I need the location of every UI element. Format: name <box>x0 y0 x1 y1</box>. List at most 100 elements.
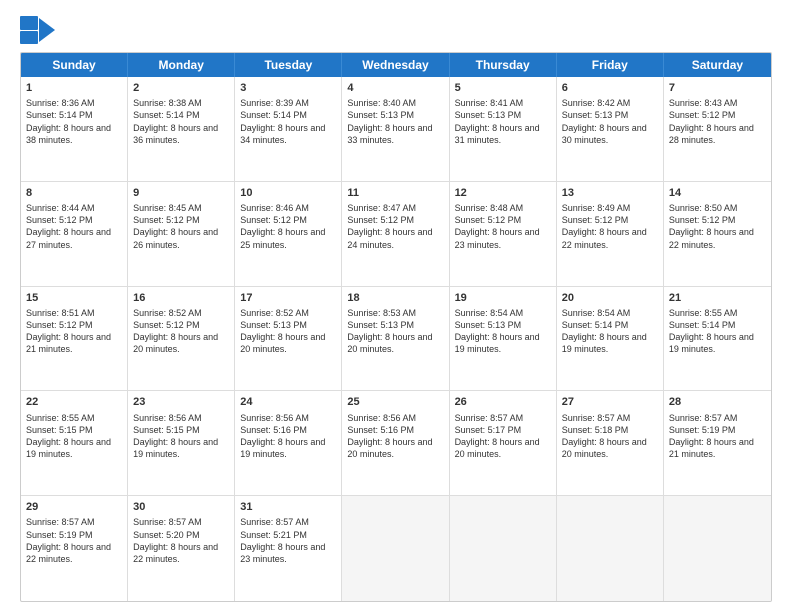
day-number: 23 <box>133 395 229 409</box>
day-cell-23: 23 Sunrise: 8:56 AMSunset: 5:15 PMDayligh… <box>128 391 235 495</box>
weekday-header-friday: Friday <box>557 53 664 77</box>
day-info: Sunrise: 8:42 AMSunset: 5:13 PMDaylight:… <box>562 97 658 146</box>
day-number: 30 <box>133 500 229 514</box>
day-info: Sunrise: 8:52 AMSunset: 5:12 PMDaylight:… <box>133 307 229 356</box>
empty-cell <box>557 496 664 601</box>
day-number: 24 <box>240 395 336 409</box>
day-cell-31: 31 Sunrise: 8:57 AMSunset: 5:21 PMDayligh… <box>235 496 342 601</box>
day-number: 26 <box>455 395 551 409</box>
logo-icon <box>20 16 56 44</box>
day-cell-10: 10 Sunrise: 8:46 AMSunset: 5:12 PMDayligh… <box>235 182 342 286</box>
day-number: 2 <box>133 81 229 95</box>
day-cell-5: 5Sunrise: 8:41 AMSunset: 5:13 PMDaylight… <box>450 77 557 181</box>
day-cell-1: 1Sunrise: 8:36 AMSunset: 5:14 PMDaylight… <box>21 77 128 181</box>
day-cell-15: 15Sunrise: 8:51 AMSunset: 5:12 PMDayligh… <box>21 287 128 391</box>
day-info: Sunrise: 8:52 AMSunset: 5:13 PMDaylight:… <box>240 307 336 356</box>
day-info: Sunrise: 8:57 AMSunset: 5:19 PMDaylight:… <box>669 412 766 461</box>
day-cell-16: 16Sunrise: 8:52 AMSunset: 5:12 PMDayligh… <box>128 287 235 391</box>
day-info: Sunrise: 8:36 AMSunset: 5:14 PMDaylight:… <box>26 97 122 146</box>
day-cell-12: 12 Sunrise: 8:48 AMSunset: 5:12 PMDayligh… <box>450 182 557 286</box>
day-info: Sunrise: 8:57 AMSunset: 5:20 PMDaylight:… <box>133 516 229 565</box>
week-row-3: 15Sunrise: 8:51 AMSunset: 5:12 PMDayligh… <box>21 287 771 392</box>
day-number: 14 <box>669 186 766 200</box>
day-cell-18: 18Sunrise: 8:53 AMSunset: 5:13 PMDayligh… <box>342 287 449 391</box>
day-info: Sunrise: 8:57 AMSunset: 5:18 PMDaylight:… <box>562 412 658 461</box>
day-number: 21 <box>669 291 766 305</box>
day-info: Sunrise: 8:54 AMSunset: 5:13 PMDaylight:… <box>455 307 551 356</box>
day-cell-6: 6 Sunrise: 8:42 AMSunset: 5:13 PMDaylight… <box>557 77 664 181</box>
day-info: Sunrise: 8:40 AMSunset: 5:13 PMDaylight:… <box>347 97 443 146</box>
day-number: 20 <box>562 291 658 305</box>
calendar-body: 1Sunrise: 8:36 AMSunset: 5:14 PMDaylight… <box>21 77 771 601</box>
day-number: 6 <box>562 81 658 95</box>
day-cell-7: 7 Sunrise: 8:43 AMSunset: 5:12 PMDaylight… <box>664 77 771 181</box>
day-cell-25: 25Sunrise: 8:56 AMSunset: 5:16 PMDayligh… <box>342 391 449 495</box>
day-cell-14: 14 Sunrise: 8:50 AMSunset: 5:12 PMDayligh… <box>664 182 771 286</box>
day-info: Sunrise: 8:47 AMSunset: 5:12 PMDaylight:… <box>347 202 443 251</box>
day-cell-24: 24 Sunrise: 8:56 AMSunset: 5:16 PMDayligh… <box>235 391 342 495</box>
day-info: Sunrise: 8:49 AMSunset: 5:12 PMDaylight:… <box>562 202 658 251</box>
day-cell-28: 28 Sunrise: 8:57 AMSunset: 5:19 PMDayligh… <box>664 391 771 495</box>
day-number: 5 <box>455 81 551 95</box>
day-cell-9: 9 Sunrise: 8:45 AMSunset: 5:12 PMDaylight… <box>128 182 235 286</box>
day-info: Sunrise: 8:57 AMSunset: 5:19 PMDaylight:… <box>26 516 122 565</box>
day-cell-19: 19 Sunrise: 8:54 AMSunset: 5:13 PMDayligh… <box>450 287 557 391</box>
day-info: Sunrise: 8:45 AMSunset: 5:12 PMDaylight:… <box>133 202 229 251</box>
day-number: 8 <box>26 186 122 200</box>
day-cell-30: 30 Sunrise: 8:57 AMSunset: 5:20 PMDayligh… <box>128 496 235 601</box>
day-number: 3 <box>240 81 336 95</box>
day-info: Sunrise: 8:57 AMSunset: 5:21 PMDaylight:… <box>240 516 336 565</box>
day-info: Sunrise: 8:46 AMSunset: 5:12 PMDaylight:… <box>240 202 336 251</box>
day-number: 27 <box>562 395 658 409</box>
day-number: 7 <box>669 81 766 95</box>
day-number: 17 <box>240 291 336 305</box>
day-number: 28 <box>669 395 766 409</box>
day-info: Sunrise: 8:50 AMSunset: 5:12 PMDaylight:… <box>669 202 766 251</box>
day-info: Sunrise: 8:54 AMSunset: 5:14 PMDaylight:… <box>562 307 658 356</box>
day-info: Sunrise: 8:48 AMSunset: 5:12 PMDaylight:… <box>455 202 551 251</box>
weekday-header-monday: Monday <box>128 53 235 77</box>
calendar: SundayMondayTuesdayWednesdayThursdayFrid… <box>20 52 772 602</box>
week-row-2: 8Sunrise: 8:44 AMSunset: 5:12 PMDaylight… <box>21 182 771 287</box>
day-cell-17: 17 Sunrise: 8:52 AMSunset: 5:13 PMDayligh… <box>235 287 342 391</box>
weekday-header-saturday: Saturday <box>664 53 771 77</box>
day-cell-11: 11Sunrise: 8:47 AMSunset: 5:12 PMDayligh… <box>342 182 449 286</box>
day-info: Sunrise: 8:56 AMSunset: 5:15 PMDaylight:… <box>133 412 229 461</box>
empty-cell <box>450 496 557 601</box>
day-cell-20: 20 Sunrise: 8:54 AMSunset: 5:14 PMDayligh… <box>557 287 664 391</box>
day-info: Sunrise: 8:38 AMSunset: 5:14 PMDaylight:… <box>133 97 229 146</box>
day-info: Sunrise: 8:57 AMSunset: 5:17 PMDaylight:… <box>455 412 551 461</box>
day-info: Sunrise: 8:43 AMSunset: 5:12 PMDaylight:… <box>669 97 766 146</box>
day-cell-3: 3Sunrise: 8:39 AMSunset: 5:14 PMDaylight… <box>235 77 342 181</box>
calendar-header: SundayMondayTuesdayWednesdayThursdayFrid… <box>21 53 771 77</box>
header <box>20 16 772 44</box>
day-cell-4: 4 Sunrise: 8:40 AMSunset: 5:13 PMDaylight… <box>342 77 449 181</box>
logo <box>20 16 58 44</box>
day-info: Sunrise: 8:56 AMSunset: 5:16 PMDaylight:… <box>240 412 336 461</box>
day-cell-27: 27 Sunrise: 8:57 AMSunset: 5:18 PMDayligh… <box>557 391 664 495</box>
day-info: Sunrise: 8:51 AMSunset: 5:12 PMDaylight:… <box>26 307 122 356</box>
day-cell-8: 8Sunrise: 8:44 AMSunset: 5:12 PMDaylight… <box>21 182 128 286</box>
day-cell-21: 21 Sunrise: 8:55 AMSunset: 5:14 PMDayligh… <box>664 287 771 391</box>
day-number: 10 <box>240 186 336 200</box>
week-row-5: 29 Sunrise: 8:57 AMSunset: 5:19 PMDayligh… <box>21 496 771 601</box>
week-row-1: 1Sunrise: 8:36 AMSunset: 5:14 PMDaylight… <box>21 77 771 182</box>
weekday-header-tuesday: Tuesday <box>235 53 342 77</box>
day-number: 9 <box>133 186 229 200</box>
day-cell-29: 29 Sunrise: 8:57 AMSunset: 5:19 PMDayligh… <box>21 496 128 601</box>
day-info: Sunrise: 8:55 AMSunset: 5:14 PMDaylight:… <box>669 307 766 356</box>
weekday-header-thursday: Thursday <box>450 53 557 77</box>
day-number: 18 <box>347 291 443 305</box>
day-cell-2: 2 Sunrise: 8:38 AMSunset: 5:14 PMDaylight… <box>128 77 235 181</box>
weekday-header-sunday: Sunday <box>21 53 128 77</box>
week-row-4: 22Sunrise: 8:55 AMSunset: 5:15 PMDayligh… <box>21 391 771 496</box>
day-info: Sunrise: 8:56 AMSunset: 5:16 PMDaylight:… <box>347 412 443 461</box>
weekday-header-wednesday: Wednesday <box>342 53 449 77</box>
day-number: 29 <box>26 500 122 514</box>
empty-cell <box>664 496 771 601</box>
day-number: 31 <box>240 500 336 514</box>
day-number: 4 <box>347 81 443 95</box>
day-number: 12 <box>455 186 551 200</box>
day-number: 19 <box>455 291 551 305</box>
day-cell-13: 13Sunrise: 8:49 AMSunset: 5:12 PMDayligh… <box>557 182 664 286</box>
